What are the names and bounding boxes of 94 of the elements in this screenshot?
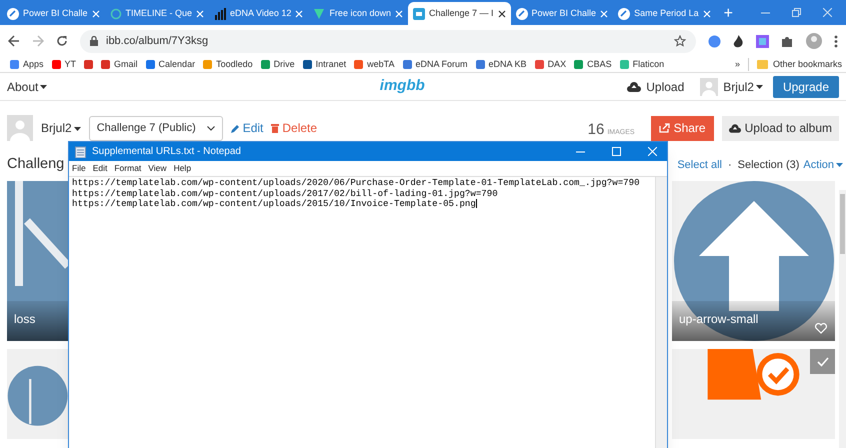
bookmark[interactable]: DAX [534,58,566,72]
album-title: Challeng [7,155,64,174]
upload-to-album-button[interactable]: Upload to album [722,116,839,140]
bookmark[interactable]: YT [52,58,76,72]
new-tab-button[interactable]: + [716,2,741,25]
caret-down-icon [40,85,48,90]
text-line: https://templatelab.com/wp-content/uploads/2017/02/bill-of-lading-01.jpg?w=790 [72,188,498,199]
image-title: loss [14,311,36,328]
bookmark[interactable]: Drive [260,58,295,72]
bookmark[interactable]: Other bookmarks [748,58,842,72]
star-icon[interactable] [674,35,686,47]
menu-item[interactable]: Help [174,162,192,175]
tab-favicon-icon [110,8,122,20]
chevron-down-icon [206,126,215,130]
share-icon [658,123,670,133]
puzzle-icon[interactable] [781,34,794,48]
circle-drawing [8,366,68,426]
browser-tab[interactable]: Free icon down [308,2,408,25]
tab-favicon-icon [618,8,630,20]
cloud-upload-icon [728,124,741,132]
maximize-icon[interactable] [612,147,621,156]
back-icon[interactable] [8,35,20,47]
avatar-icon [700,78,718,96]
bookmark-icon[interactable] [84,60,94,69]
extension-icon[interactable] [756,34,769,48]
upload-link[interactable]: Upload [627,78,684,96]
caret-down-icon [836,162,843,167]
bookmark[interactable]: eDNA Forum [402,58,468,72]
bookmark[interactable]: Gmail [101,58,138,72]
tab-favicon-icon [7,8,19,20]
select-all-link[interactable]: Select all [677,156,722,174]
pencil-icon [230,124,240,132]
trash-icon [271,124,280,132]
bookmark[interactable]: CBAS [574,58,612,72]
menu-icon[interactable] [834,34,838,48]
extension-icon[interactable] [708,34,721,48]
tab-favicon-icon [214,8,226,20]
menu-item[interactable]: File [72,162,86,175]
browser-tab[interactable]: TIMELINE - Que [104,2,210,25]
image-tile[interactable] [672,349,835,439]
page-scrollbar[interactable] [839,190,846,448]
browser-tab[interactable]: Same Period La [613,2,716,25]
bookmark[interactable]: Apps [10,58,44,72]
caret-down-icon [74,126,81,131]
notepad-icon [75,146,86,158]
image-count: 16 [588,120,604,140]
image-title: up-arrow-small [679,311,758,328]
image-tile[interactable]: loss [7,181,68,341]
delete-link[interactable]: Delete [271,119,318,137]
folder-icon [756,60,768,69]
separator-dot: · [728,158,732,173]
browser-tab[interactable]: Challenge 7 — I [408,2,511,25]
menu-item[interactable]: View [148,162,167,175]
album-select[interactable]: Challenge 7 (Public) [88,116,223,140]
avatar-icon [7,115,33,141]
tab-favicon-icon [412,8,425,20]
bookmark[interactable]: Flaticon [620,58,664,72]
cloud-upload-icon [627,82,642,92]
bookmark[interactable]: Intranet [302,58,346,72]
close-icon[interactable] [498,10,506,18]
lock-icon [90,36,98,46]
text-line: https://templatelab.com/wp-content/uploads/2015/10/Invoice-Template-05.png [72,199,477,210]
address-bar[interactable]: ibb.co/album/7Y3ksg [80,30,696,52]
menu-item[interactable]: Edit [92,162,108,175]
window-title: Supplemental URLs.txt - Notepad [92,145,242,159]
share-button[interactable]: Share [650,116,714,140]
browser-tab[interactable]: Power BI Challe [2,2,105,25]
bookmark[interactable]: eDNA KB [476,58,527,72]
profile-avatar-icon[interactable] [806,33,822,49]
upgrade-button[interactable]: Upgrade [772,76,839,98]
text-line: https://templatelab.com/wp-content/uploads/2020/06/Purchase-Order-Template-01-TemplateLab.com_.jpg?w=790 [72,178,640,188]
reload-icon[interactable] [56,35,68,47]
bookmark[interactable]: Calendar [146,58,196,72]
caret-down-icon [756,85,763,90]
browser-tab[interactable]: Power BI Challe [510,2,614,25]
about-menu[interactable]: About [7,78,48,96]
owner-menu[interactable]: Brjul2 [41,119,81,137]
selected-check-icon[interactable] [810,349,835,374]
bookmark[interactable]: Toodledo [203,58,253,72]
bookmark[interactable]: webTA [354,58,395,72]
edit-link[interactable]: Edit [230,119,264,137]
action-menu[interactable]: Action [803,156,843,174]
selection-count: Selection (3) [738,158,800,173]
menu-item[interactable]: Format [114,162,142,175]
tab-favicon-icon [313,8,326,20]
scrollbar[interactable] [655,177,667,448]
restore-icon[interactable] [792,8,801,17]
user-menu[interactable]: Brjul2 [700,78,763,96]
more-bookmarks-button[interactable]: » [734,58,740,72]
image-tile[interactable]: up-arrow-small [672,181,835,341]
heart-icon[interactable] [815,323,827,334]
browser-tab[interactable]: eDNA Video 12 [209,2,308,25]
tab-favicon-icon [516,8,528,20]
image-tile[interactable] [7,349,68,439]
